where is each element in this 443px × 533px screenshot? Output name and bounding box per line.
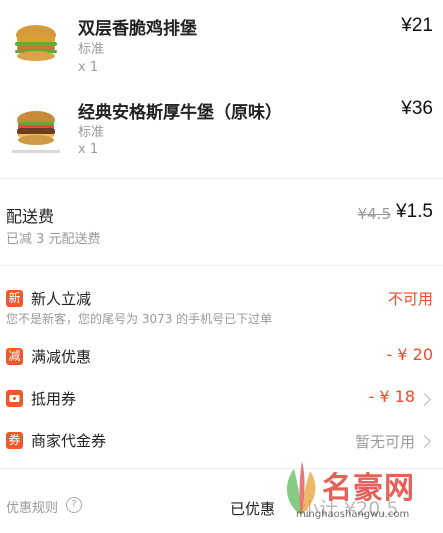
item-thumbnail bbox=[6, 98, 66, 158]
voucher-icon: 券 bbox=[6, 432, 23, 449]
coupon-icon bbox=[6, 390, 23, 407]
item-name: 双层香脆鸡排堡 bbox=[78, 19, 197, 39]
discount-value: - ¥ 20 bbox=[386, 345, 433, 364]
delivery-fee-label: 配送费 bbox=[6, 207, 55, 226]
item-price: ¥36 bbox=[401, 98, 433, 119]
item-quantity: x 1 bbox=[78, 142, 99, 157]
saved-label: 已优惠 bbox=[230, 500, 276, 518]
new-user-note: 您不是新客，您的尾号为 3073 的手机号已下过单 bbox=[6, 312, 273, 326]
chevron-right-icon bbox=[418, 435, 431, 448]
item-spec: 标准 bbox=[78, 42, 105, 57]
delivery-original-price: ¥4.5 bbox=[357, 205, 391, 223]
new-user-status: 不可用 bbox=[387, 290, 433, 308]
watermark-url: minghaoshangwu.com bbox=[296, 509, 410, 520]
coupon-value[interactable]: - ¥ 18 bbox=[369, 387, 415, 406]
coupon-row[interactable]: 抵用券 bbox=[31, 388, 76, 409]
help-icon[interactable]: ? bbox=[66, 497, 82, 513]
divider bbox=[0, 265, 443, 266]
item-quantity: x 1 bbox=[78, 60, 99, 75]
watermark-text: 名豪网 bbox=[322, 471, 415, 506]
item-price: ¥21 bbox=[401, 15, 433, 36]
new-user-icon: 新 bbox=[6, 290, 23, 307]
discount-icon: 减 bbox=[6, 348, 23, 365]
voucher-row[interactable]: 商家代金券 bbox=[31, 430, 106, 451]
delivery-fee-price: ¥1.5 bbox=[396, 201, 433, 222]
item-thumbnail bbox=[6, 13, 66, 73]
delivery-fee-note: 已减 3 元配送费 bbox=[6, 232, 101, 247]
watermark: 名豪网 minghaoshangwu.com bbox=[276, 455, 436, 530]
divider bbox=[0, 178, 443, 179]
voucher-status[interactable]: 暂无可用 bbox=[355, 431, 415, 452]
new-user-label: 新人立减 bbox=[31, 290, 92, 308]
chevron-right-icon bbox=[418, 393, 431, 406]
item-spec: 标准 bbox=[78, 125, 105, 140]
item-name: 经典安格斯厚牛堡（原味） bbox=[78, 103, 282, 123]
discount-rules-link[interactable]: 优惠规则 bbox=[6, 497, 58, 516]
discount-label: 满减优惠 bbox=[31, 348, 92, 366]
